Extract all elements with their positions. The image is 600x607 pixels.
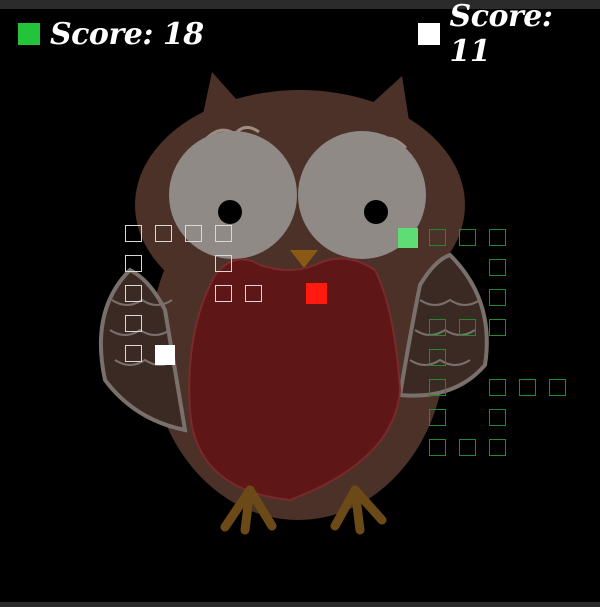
green-snake-segment bbox=[519, 379, 536, 396]
green-snake-segment bbox=[429, 349, 446, 366]
green-snake-segment bbox=[489, 289, 506, 306]
owl-icon bbox=[98, 72, 489, 535]
white-snake-segment bbox=[215, 225, 232, 242]
green-snake-segment bbox=[459, 319, 476, 336]
green-snake-segment bbox=[489, 229, 506, 246]
food-pellet bbox=[306, 283, 327, 304]
green-snake-segment bbox=[459, 439, 476, 456]
white-snake-segment bbox=[245, 285, 262, 302]
green-snake-segment bbox=[489, 379, 506, 396]
player-two-score: Score: 11 bbox=[418, 0, 600, 69]
green-snake-segment bbox=[429, 319, 446, 336]
white-snake-segment bbox=[155, 225, 172, 242]
player-two-color-swatch bbox=[418, 23, 440, 45]
player-two-score-label: Score: 11 bbox=[449, 0, 553, 69]
green-snake-segment bbox=[459, 229, 476, 246]
green-snake-segment bbox=[489, 439, 506, 456]
green-snake-segment bbox=[489, 319, 506, 336]
green-snake-segment bbox=[429, 439, 446, 456]
green-snake-segment bbox=[489, 409, 506, 426]
owl-body-group bbox=[98, 72, 489, 535]
white-snake-segment bbox=[185, 225, 202, 242]
white-snake-segment bbox=[125, 255, 142, 272]
green-snake-segment bbox=[549, 379, 566, 396]
green-snake-segment bbox=[429, 409, 446, 426]
white-snake-segment bbox=[215, 255, 232, 272]
player-one-score-label: Score: 18 bbox=[50, 16, 204, 52]
player-one-score: Score: 18 bbox=[18, 16, 204, 52]
white-snake-segment bbox=[125, 345, 142, 362]
green-snake-segment bbox=[429, 229, 446, 246]
white-snake-segment bbox=[215, 285, 232, 302]
green-snake-segment bbox=[489, 259, 506, 276]
white-snake-head bbox=[155, 345, 175, 365]
white-snake-segment bbox=[125, 285, 142, 302]
green-snake-head bbox=[398, 228, 418, 248]
player-one-color-swatch bbox=[18, 23, 40, 45]
white-snake-segment bbox=[125, 315, 142, 332]
white-snake-segment bbox=[125, 225, 142, 242]
bottom-status-bar bbox=[0, 602, 600, 607]
green-snake-segment bbox=[429, 379, 446, 396]
